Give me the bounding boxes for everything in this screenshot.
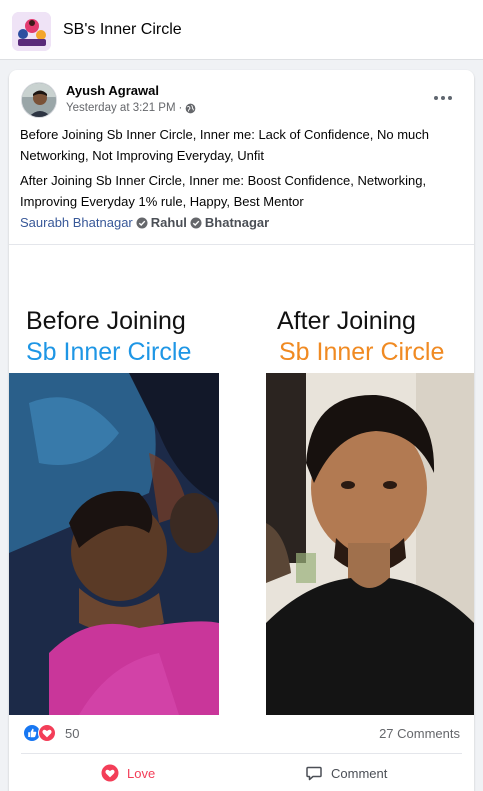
tagged-people: Saurabh Bhatnagar Rahul Bhatnagar bbox=[20, 215, 269, 230]
after-subtitle: Sb Inner Circle bbox=[279, 338, 445, 366]
post-paragraph-2: After Joining Sb Inner Circle, Inner me:… bbox=[20, 173, 427, 209]
before-subtitle: Sb Inner Circle bbox=[26, 338, 192, 366]
tag-saurabh-bhatnagar[interactable]: Saurabh Bhatnagar bbox=[20, 215, 133, 230]
group-title[interactable]: SB's Inner Circle bbox=[63, 21, 182, 39]
after-photo bbox=[266, 373, 474, 715]
group-avatar[interactable] bbox=[12, 12, 51, 51]
like-icon bbox=[23, 724, 41, 742]
reaction-icons[interactable] bbox=[23, 724, 57, 742]
reactions-bar: 50 27 Comments bbox=[9, 717, 474, 749]
comment-icon bbox=[306, 766, 322, 781]
meta-separator: · bbox=[178, 102, 183, 114]
before-photo bbox=[9, 373, 219, 715]
post-timestamp[interactable]: Yesterday at 3:21 PM bbox=[66, 102, 176, 114]
post-paragraph-1: Before Joining Sb Inner Circle, Inner me… bbox=[20, 127, 429, 163]
post-meta: Yesterday at 3:21 PM · bbox=[66, 102, 196, 114]
love-label: Love bbox=[127, 765, 156, 781]
comment-label: Comment bbox=[331, 765, 388, 781]
comment-count[interactable]: 27 Comments bbox=[379, 726, 460, 741]
author-name[interactable]: Ayush Agrawal bbox=[66, 83, 159, 98]
globe-icon[interactable] bbox=[185, 103, 196, 114]
love-icon bbox=[101, 764, 119, 782]
comment-button[interactable]: Comment bbox=[305, 758, 387, 788]
more-options-button[interactable] bbox=[428, 88, 458, 108]
dot-icon bbox=[448, 96, 452, 100]
actions-divider bbox=[21, 753, 462, 754]
dot-icon bbox=[434, 96, 438, 100]
before-title: Before Joining bbox=[26, 307, 186, 335]
after-title: After Joining bbox=[277, 307, 416, 335]
post-image[interactable]: Before Joining Sb Inner Circle After Joi… bbox=[9, 244, 474, 715]
love-icon bbox=[38, 724, 56, 742]
tag-rahul[interactable]: Rahul bbox=[151, 215, 187, 230]
post-card: Ayush Agrawal Yesterday at 3:21 PM · Bef… bbox=[9, 70, 474, 791]
verified-check-icon bbox=[136, 217, 148, 228]
tag-bhatnagar[interactable]: Bhatnagar bbox=[205, 215, 269, 230]
author-avatar[interactable] bbox=[21, 82, 57, 118]
group-header: SB's Inner Circle bbox=[0, 0, 483, 60]
verified-check-icon bbox=[190, 217, 202, 228]
love-button[interactable]: Love bbox=[101, 758, 155, 788]
reaction-count[interactable]: 50 bbox=[65, 726, 79, 741]
dot-icon bbox=[441, 96, 445, 100]
